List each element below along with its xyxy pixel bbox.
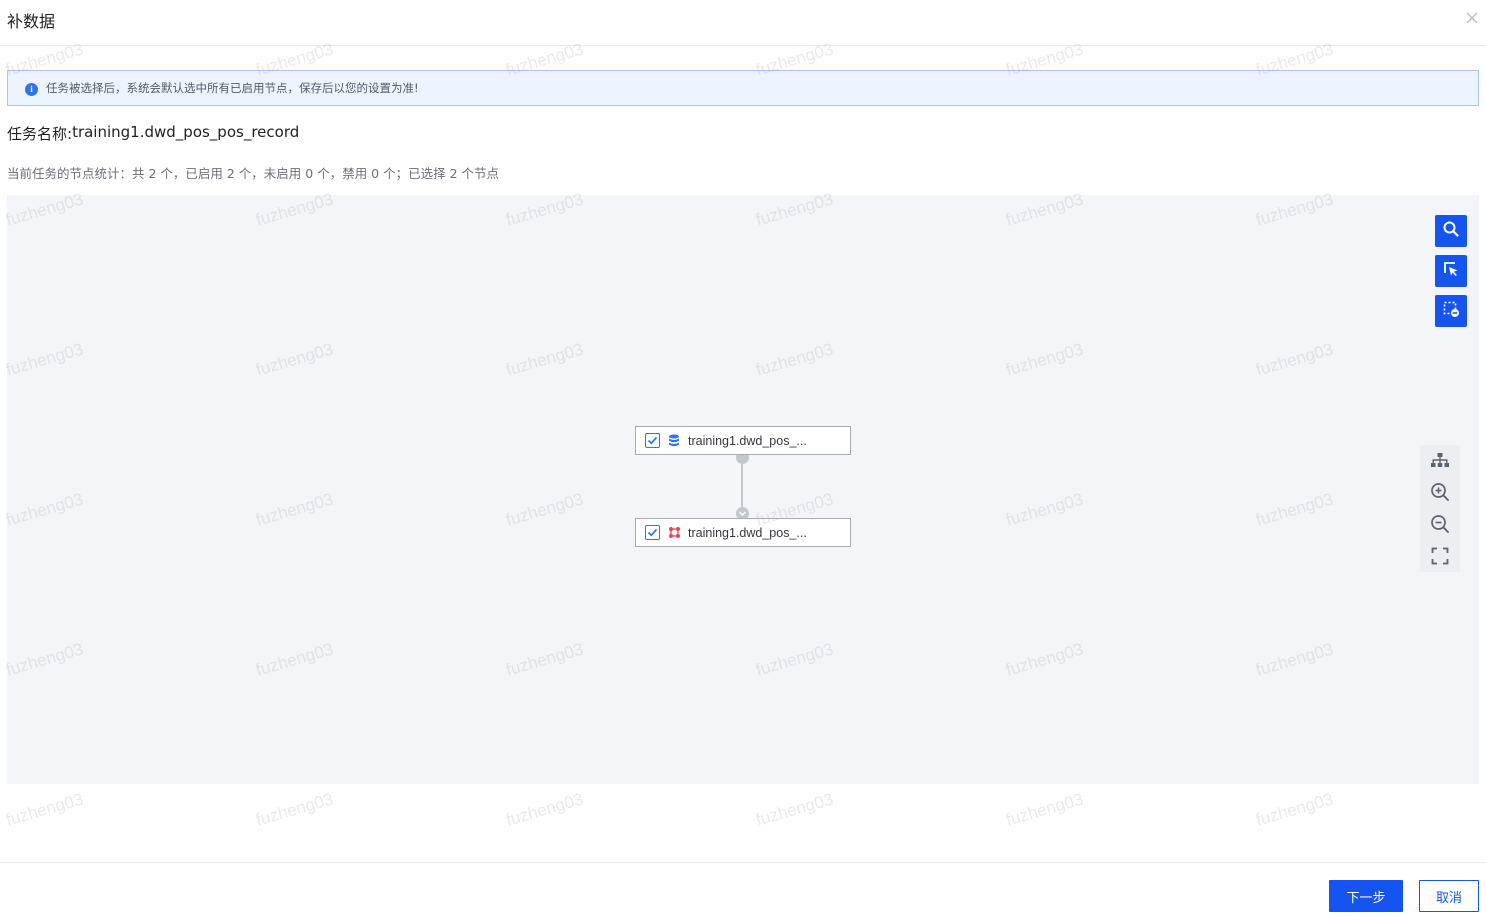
info-icon: i	[25, 82, 38, 96]
next-step-button[interactable]: 下一步	[1329, 880, 1403, 912]
node-label: training1.dwd_pos_...	[688, 525, 807, 540]
alert-text: 任务被选择后，系统会默认选中所有已启用节点，保存后以您的设置为准!	[46, 81, 419, 95]
dialog-header: 补数据	[0, 0, 1486, 46]
cancel-button[interactable]: 取消	[1419, 880, 1479, 912]
search-icon	[1442, 220, 1460, 242]
close-icon[interactable]	[1464, 8, 1480, 28]
pointer-select-button[interactable]	[1435, 255, 1467, 287]
node-label: training1.dwd_pos_...	[688, 433, 807, 448]
pointer-select-icon	[1442, 260, 1460, 282]
hierarchy-layout-icon[interactable]	[1428, 448, 1452, 472]
watermark: fuzheng03	[253, 789, 336, 830]
watermark: fuzheng03	[503, 789, 586, 830]
canvas-controls	[1420, 445, 1460, 572]
transform-icon	[667, 526, 681, 540]
node-stats: 当前任务的节点统计：共 2 个，已启用 2 个，未启用 0 个，禁用 0 个；已…	[7, 166, 499, 181]
node-checkbox[interactable]	[645, 433, 660, 448]
dialog-title: 补数据	[7, 12, 56, 31]
dag-canvas[interactable]	[7, 195, 1479, 784]
node-checkbox[interactable]	[645, 525, 660, 540]
search-button[interactable]	[1435, 215, 1467, 247]
watermark: fuzheng03	[753, 789, 836, 830]
task-name-label: 任务名称:	[7, 125, 73, 143]
box-deselect-icon	[1442, 300, 1460, 322]
zoom-out-icon[interactable]	[1428, 512, 1452, 536]
info-alert: i 任务被选择后，系统会默认选中所有已启用节点，保存后以您的设置为准!	[7, 70, 1479, 106]
task-name-value: training1.dwd_pos_pos_record	[72, 123, 300, 141]
graph-node[interactable]: training1.dwd_pos_...	[635, 518, 851, 547]
task-name-row: 任务名称: training1.dwd_pos_pos_record	[7, 123, 299, 144]
dialog-footer	[0, 862, 1486, 916]
zoom-in-icon[interactable]	[1428, 480, 1452, 504]
database-icon	[667, 434, 681, 448]
watermark: fuzheng03	[1253, 789, 1336, 830]
graph-node[interactable]: training1.dwd_pos_...	[635, 426, 851, 455]
watermark: fuzheng03	[3, 789, 86, 830]
fit-screen-icon[interactable]	[1428, 544, 1452, 568]
watermark: fuzheng03	[1003, 789, 1086, 830]
box-deselect-button[interactable]	[1435, 295, 1467, 327]
